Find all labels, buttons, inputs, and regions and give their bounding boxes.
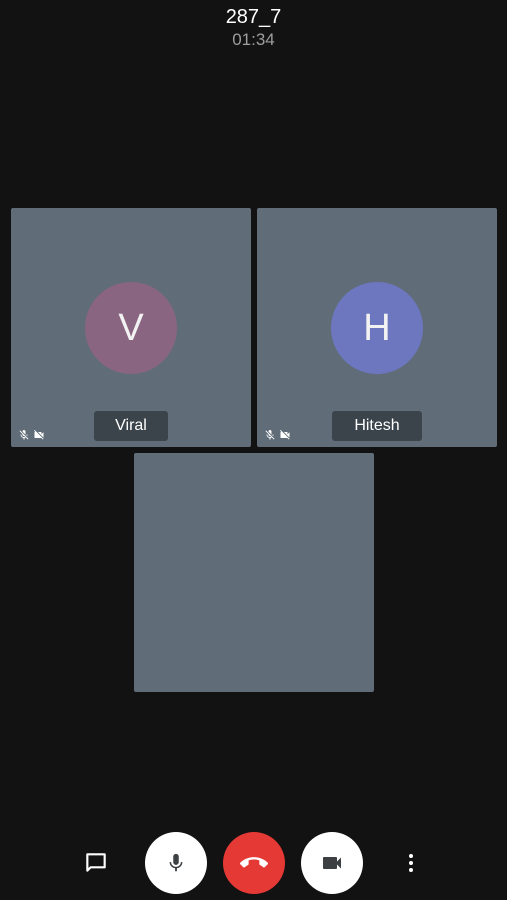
participant-name: Hitesh: [332, 411, 422, 441]
video-call-screen: 287_7 01:34 V Viral H Hitesh: [0, 0, 507, 900]
video-off-icon: [33, 428, 45, 440]
room-name: 287_7: [225, 6, 282, 28]
end-call-button[interactable]: [223, 832, 285, 894]
self-video-tile[interactable]: [134, 453, 374, 692]
camera-button[interactable]: [301, 832, 363, 894]
mic-muted-icon: [264, 428, 276, 440]
more-vertical-icon: [409, 854, 413, 872]
video-camera-icon: [323, 857, 341, 869]
participant-name: Viral: [94, 411, 168, 441]
call-controls: [0, 832, 507, 894]
participant-status: [264, 428, 291, 440]
avatar: V: [85, 282, 177, 374]
call-header: 287_7 01:34: [0, 5, 507, 51]
participant-tile-hitesh[interactable]: H Hitesh: [257, 208, 497, 447]
video-off-icon: [279, 428, 291, 440]
call-timer: 01:34: [232, 30, 275, 49]
end-call-icon: [240, 857, 268, 868]
microphone-button[interactable]: [145, 832, 207, 894]
more-options-button[interactable]: [395, 847, 427, 879]
participant-status: [18, 428, 45, 440]
avatar: H: [331, 282, 423, 374]
microphone-icon: [169, 853, 183, 872]
mic-muted-icon: [18, 428, 30, 440]
chat-button[interactable]: [80, 847, 112, 879]
participant-tile-viral[interactable]: V Viral: [11, 208, 251, 447]
chat-icon: [86, 853, 106, 872]
avatar-initial: V: [118, 306, 144, 349]
avatar-initial: H: [363, 306, 391, 349]
